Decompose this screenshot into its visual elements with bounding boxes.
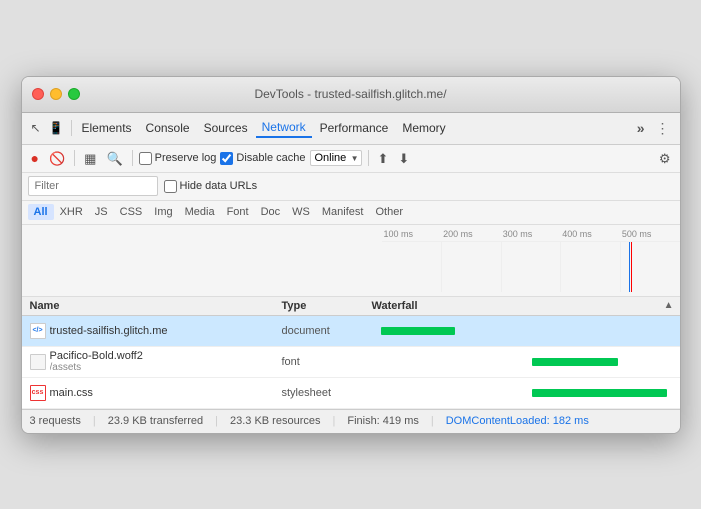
tab-separator (71, 120, 72, 136)
table-row[interactable]: </> trusted-sailfish.glitch.me document (22, 316, 680, 347)
network-toolbar: ● 🚫 ▦ 🔍 Preserve log Disable cache Onlin… (22, 145, 680, 173)
preserve-log-checkbox[interactable] (139, 152, 152, 165)
toolbar-sep-3 (368, 150, 369, 166)
disable-cache-checkbox[interactable] (220, 152, 233, 165)
table-row[interactable]: css main.css stylesheet (22, 378, 680, 409)
dom-content-loaded: DOMContentLoaded: 182 ms (446, 415, 589, 427)
preserve-log-label[interactable]: Preserve log (139, 152, 217, 165)
sort-arrow: ▲ (664, 300, 674, 311)
filter-input[interactable] (28, 176, 158, 196)
timeline-label-500: 500 ms (620, 229, 680, 239)
row-name-text: trusted-sailfish.glitch.me (50, 325, 168, 337)
close-button[interactable] (32, 88, 44, 100)
row-type-cell: font (282, 356, 372, 368)
maximize-button[interactable] (68, 88, 80, 100)
timeline-label-300: 300 ms (501, 229, 561, 239)
toolbar-sep-1 (74, 150, 75, 166)
row-type-cell: document (282, 325, 372, 337)
gear-area: ⚙ (656, 151, 674, 166)
red-marker (631, 242, 632, 292)
row-main-name: Pacifico-Bold.woff2 (50, 350, 143, 362)
type-btn-js[interactable]: JS (89, 204, 114, 220)
traffic-lights (32, 88, 80, 100)
download-icon[interactable]: ⬇ (395, 151, 412, 166)
filter-bar: Hide data URLs (22, 173, 680, 201)
pointer-tool-button[interactable]: ↖ (28, 121, 44, 135)
waterfall-bar-css (532, 389, 668, 397)
devtools-menu-button[interactable]: ⋮ (652, 118, 674, 139)
type-btn-xhr[interactable]: XHR (54, 204, 89, 220)
throttle-select[interactable]: Online (310, 150, 362, 166)
toolbar-more: » ⋮ (634, 118, 674, 139)
tab-console[interactable]: Console (140, 119, 196, 137)
network-table: </> trusted-sailfish.glitch.me document … (22, 316, 680, 409)
row-waterfall-cell (372, 378, 680, 408)
html-icon: </> (30, 323, 46, 339)
throttle-wrapper: Online (310, 150, 362, 166)
resources-size: 23.3 KB resources (230, 415, 321, 427)
tab-network[interactable]: Network (256, 118, 312, 138)
type-filter-bar: All XHR JS CSS Img Media Font Doc WS Man… (22, 201, 680, 225)
minimize-button[interactable] (50, 88, 62, 100)
device-toggle-button[interactable]: 📱 (46, 121, 67, 135)
record-stop-button[interactable]: ● (28, 150, 42, 166)
timeline-label-200: 200 ms (441, 229, 501, 239)
tab-memory[interactable]: Memory (396, 119, 451, 137)
row-type-cell: stylesheet (282, 387, 372, 399)
waterfall-bar-doc (381, 327, 455, 335)
transferred-size: 23.9 KB transferred (108, 415, 203, 427)
tab-elements[interactable]: Elements (76, 119, 138, 137)
row-main-name: main.css (50, 387, 93, 399)
type-btn-ws[interactable]: WS (286, 204, 316, 220)
type-btn-all[interactable]: All (28, 204, 54, 220)
disable-cache-label[interactable]: Disable cache (220, 152, 305, 165)
table-row[interactable]: Pacifico-Bold.woff2 /assets font (22, 347, 680, 378)
row-name-cell: Pacifico-Bold.woff2 /assets (22, 347, 282, 376)
type-btn-manifest[interactable]: Manifest (316, 204, 370, 220)
type-btn-img[interactable]: Img (148, 204, 178, 220)
font-icon (30, 354, 46, 370)
type-btn-other[interactable]: Other (369, 204, 409, 220)
header-type[interactable]: Type (282, 300, 372, 312)
settings-button[interactable]: ⚙ (656, 151, 674, 166)
row-name-cell: </> trusted-sailfish.glitch.me (22, 320, 282, 342)
header-waterfall[interactable]: Waterfall ▲ (372, 300, 680, 312)
filter-button[interactable]: ▦ (81, 151, 99, 166)
row-waterfall-cell (372, 316, 680, 346)
row-name-cell: css main.css (22, 382, 282, 404)
header-name[interactable]: Name (22, 300, 282, 312)
type-btn-media[interactable]: Media (179, 204, 221, 220)
type-btn-css[interactable]: CSS (114, 204, 149, 220)
titlebar: DevTools - trusted-sailfish.glitch.me/ (22, 77, 680, 113)
upload-icon[interactable]: ⬆ (375, 151, 392, 166)
type-btn-font[interactable]: Font (221, 204, 255, 220)
row-sub-name: /assets (50, 362, 143, 373)
tab-performance[interactable]: Performance (314, 119, 395, 137)
finish-time: Finish: 419 ms (347, 415, 419, 427)
row-main-name: trusted-sailfish.glitch.me (50, 325, 168, 337)
waterfall-bar-font (532, 358, 618, 366)
tab-bar: ↖ 📱 Elements Console Sources Network Per… (22, 113, 680, 145)
table-header: Name Type Waterfall ▲ (22, 297, 680, 316)
hide-data-urls-checkbox[interactable] (164, 180, 177, 193)
type-btn-doc[interactable]: Doc (255, 204, 287, 220)
toolbar-sep-2 (132, 150, 133, 166)
more-tabs-button[interactable]: » (634, 120, 648, 136)
timeline-label-400: 400 ms (560, 229, 620, 239)
waterfall-header: 100 ms 200 ms 300 ms 400 ms 500 ms (22, 225, 680, 297)
requests-count: 3 requests (30, 415, 81, 427)
window-title: DevTools - trusted-sailfish.glitch.me/ (254, 87, 446, 101)
row-name-text: main.css (50, 387, 93, 399)
tab-sources[interactable]: Sources (198, 119, 254, 137)
hide-data-urls-label[interactable]: Hide data URLs (164, 180, 258, 193)
blue-marker (629, 242, 630, 292)
timeline-label-100: 100 ms (382, 229, 442, 239)
search-button[interactable]: 🔍 (103, 151, 125, 166)
css-icon: css (30, 385, 46, 401)
devtools-window: DevTools - trusted-sailfish.glitch.me/ ↖… (21, 76, 681, 434)
status-bar: 3 requests | 23.9 KB transferred | 23.3 … (22, 409, 680, 433)
row-name-text: Pacifico-Bold.woff2 /assets (50, 350, 143, 373)
clear-button[interactable]: 🚫 (46, 151, 68, 166)
row-waterfall-cell (372, 347, 680, 377)
